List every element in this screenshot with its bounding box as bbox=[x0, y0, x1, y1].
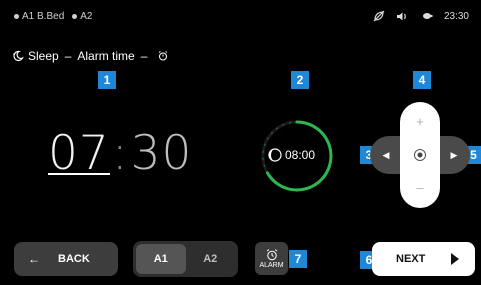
bed-a2-dot-icon bbox=[72, 14, 78, 19]
bed-side-selector: A1 A2 bbox=[133, 241, 238, 277]
bed-a1-dot-icon bbox=[14, 14, 19, 19]
next-button[interactable]: NEXT bbox=[372, 242, 475, 276]
svg-text:z: z bbox=[13, 51, 15, 56]
moon-icon: z bbox=[13, 50, 24, 62]
volume-icon bbox=[396, 10, 410, 22]
title-separator: – bbox=[140, 49, 148, 63]
wake-time-value: 08:00 bbox=[285, 148, 316, 162]
title-alarm-time: Alarm time bbox=[77, 49, 135, 63]
minutes-field[interactable]: 30 bbox=[131, 126, 193, 181]
clock-moon-icon bbox=[268, 148, 282, 162]
alarm-clock-icon bbox=[159, 51, 168, 61]
alarm-label: ALARM bbox=[259, 261, 284, 269]
page-title: z Sleep – Alarm time – bbox=[12, 49, 168, 63]
back-arrow-icon: ← bbox=[28, 252, 40, 266]
dpad-center-button[interactable] bbox=[413, 148, 427, 162]
tab-a1[interactable]: A1 bbox=[136, 244, 186, 274]
callout-badge-4: 4 bbox=[413, 71, 431, 89]
leaf-off-icon bbox=[372, 10, 386, 22]
next-label: NEXT bbox=[396, 253, 426, 265]
bed-primary-label: A1 B.Bed bbox=[22, 11, 65, 22]
play-arrow-icon bbox=[451, 253, 459, 265]
title-sleep: Sleep bbox=[28, 49, 59, 63]
battery-icon bbox=[420, 10, 434, 22]
title-separator: – bbox=[64, 49, 72, 63]
time-separator: : bbox=[111, 126, 129, 181]
dpad-down-button[interactable]: – bbox=[410, 177, 430, 197]
back-label: BACK bbox=[58, 253, 90, 265]
dpad-left-button[interactable]: ◀ bbox=[378, 146, 394, 164]
bed-secondary-label: A2 bbox=[80, 11, 93, 22]
tab-a2[interactable]: A2 bbox=[186, 244, 236, 274]
clock-time: 23:30 bbox=[443, 10, 469, 22]
alarm-time-display: 07 : 30 bbox=[48, 126, 192, 186]
status-bar: A1 B.Bed A2 23:30 bbox=[0, 0, 481, 36]
back-button[interactable]: ← BACK bbox=[14, 242, 118, 276]
callout-badge-7: 7 bbox=[289, 250, 307, 268]
callout-badge-1: 1 bbox=[98, 71, 116, 89]
dpad-right-button[interactable]: ▶ bbox=[446, 146, 462, 164]
wake-time-label: 08:00 bbox=[268, 148, 315, 162]
system-status: 23:30 bbox=[362, 10, 469, 22]
alarm-button[interactable]: ALARM bbox=[255, 242, 288, 275]
dpad-up-button[interactable]: + bbox=[410, 111, 430, 131]
callout-badge-2: 2 bbox=[291, 71, 309, 89]
hours-field[interactable]: 07 bbox=[48, 126, 110, 181]
alarm-clock-icon bbox=[266, 248, 277, 260]
bed-status: A1 B.Bed A2 bbox=[14, 11, 93, 22]
